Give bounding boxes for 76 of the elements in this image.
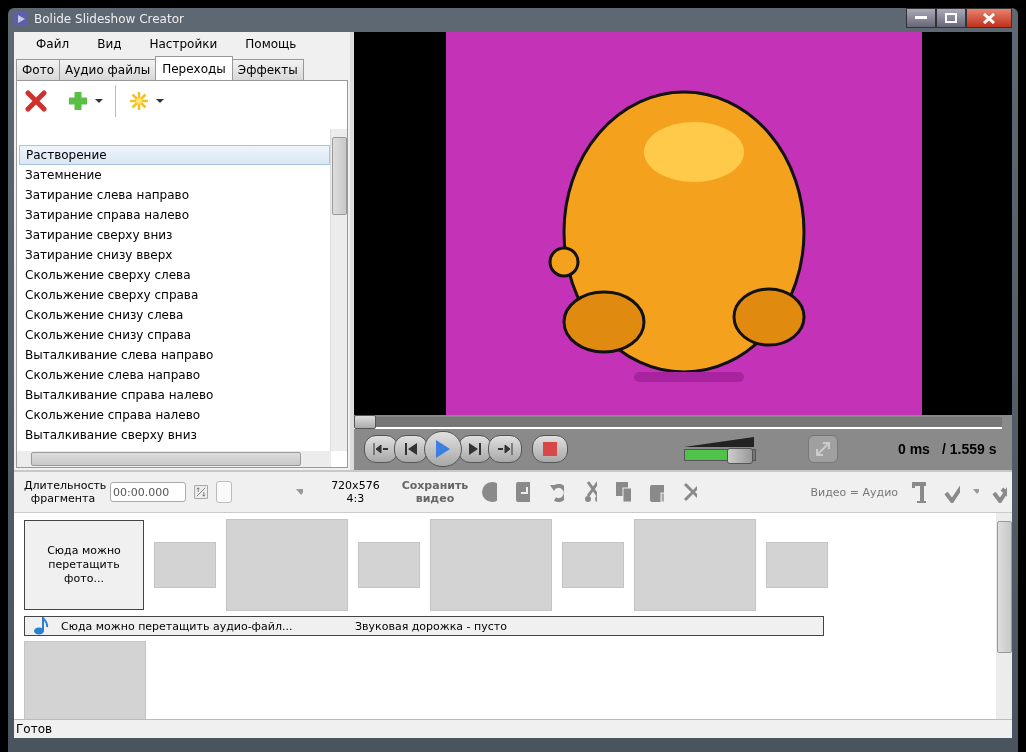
music-note-icon [33, 617, 49, 635]
color-swatch[interactable] [216, 481, 233, 503]
tab[interactable]: Аудио файлы [59, 59, 157, 80]
transition-item[interactable]: Затемнение [19, 165, 330, 185]
fullscreen-button[interactable] [808, 435, 838, 463]
close-icon [983, 12, 995, 24]
plus-icon[interactable] [67, 90, 89, 112]
total-duration: / 1.559 s [941, 441, 997, 457]
minimize-icon [915, 16, 927, 20]
transition-item[interactable]: Скольжение снизу справа [19, 325, 330, 345]
maximize-icon [945, 13, 957, 23]
close-button[interactable] [966, 8, 1012, 28]
caret-icon[interactable] [95, 98, 103, 104]
transition-item[interactable]: Скольжение справа налево [19, 405, 330, 425]
caret-icon[interactable] [156, 98, 164, 104]
transition-item[interactable]: Выталкивание сверху вниз [19, 425, 330, 445]
skip-start-icon [373, 443, 389, 455]
current-time: 0 ms [898, 441, 930, 457]
next-icon [468, 442, 482, 456]
tab[interactable]: Эффекты [231, 59, 304, 80]
skip-end-icon [497, 443, 513, 455]
scrollbar[interactable] [996, 513, 1012, 719]
previous-button[interactable] [394, 435, 428, 463]
menu-item[interactable]: Настройки [135, 35, 232, 53]
maximize-button[interactable] [936, 8, 966, 28]
seek-slider[interactable] [354, 417, 1002, 429]
transition-item[interactable]: Затирание сверху вниз [19, 225, 330, 245]
skip-start-button[interactable] [364, 435, 398, 463]
fullscreen-icon [815, 441, 831, 457]
stop-button[interactable] [532, 435, 568, 463]
transition-item[interactable]: Скольжение слева направо [19, 365, 330, 385]
save-icon[interactable] [514, 481, 531, 503]
transition-item[interactable]: Затирание справа налево [19, 205, 330, 225]
transition-item[interactable]: Скольжение снизу слева [19, 305, 330, 325]
copy-icon[interactable] [615, 481, 631, 503]
tab[interactable]: Переходы [155, 56, 233, 80]
scrollbar[interactable] [17, 451, 331, 467]
scrollbar[interactable] [330, 129, 347, 451]
transition-item[interactable]: Затирание снизу вверх [19, 245, 330, 265]
transition-item[interactable]: Скольжение сверху справа [19, 285, 330, 305]
stop-icon [543, 442, 557, 456]
menu-item[interactable]: Файл [22, 35, 84, 53]
minimize-button[interactable] [906, 8, 936, 28]
next-button[interactable] [458, 435, 492, 463]
transition-item[interactable]: Затирание слева направо [19, 185, 330, 205]
transition-item[interactable]: Скольжение сверху слева [19, 265, 330, 285]
record-icon[interactable] [481, 481, 497, 503]
transition-item[interactable]: Выталкивание справа налево [19, 385, 330, 405]
spin-icon[interactable] [194, 482, 209, 502]
text-icon[interactable] [911, 481, 927, 503]
delete-icon[interactable] [682, 481, 698, 503]
volume-slider[interactable] [684, 449, 756, 461]
sync-label: Видео = Аудио [810, 485, 898, 499]
audio-track-status: Звуковая дорожка - пусто [355, 619, 507, 633]
skip-end-button[interactable] [488, 435, 522, 463]
app-icon [14, 12, 28, 26]
sparkle-icon[interactable] [128, 90, 150, 112]
aspect-label: 4:3 [346, 492, 365, 505]
status-text: Готов [16, 722, 53, 736]
window-title: Bolide Slideshow Creator [34, 12, 185, 26]
save-video-button[interactable]: Сохранить видео [401, 479, 469, 505]
previous-icon [404, 442, 418, 456]
resolution-label: 720x576 [331, 479, 380, 492]
menu-item[interactable]: Вид [83, 35, 136, 53]
duration-field[interactable]: 00:00.000 [110, 482, 186, 502]
tab[interactable]: Фото [16, 59, 60, 80]
play-icon [435, 439, 451, 459]
transition-item[interactable]: Растворение [19, 145, 330, 165]
delete-icon[interactable] [25, 90, 47, 112]
audio-track[interactable]: Сюда можно перетащить аудио-файл... Звуковая дорожка - пусто [24, 616, 824, 636]
undo-icon[interactable] [548, 481, 564, 503]
photo-drop-zone[interactable]: Сюда можно перетащить фото... [24, 520, 144, 610]
transition-item[interactable]: Выталкивание слева направо [19, 345, 330, 365]
audio-drop-hint: Сюда можно перетащить аудио-файл... [61, 619, 294, 633]
menu-item[interactable]: Помощь [231, 35, 311, 53]
play-button[interactable] [424, 431, 462, 467]
